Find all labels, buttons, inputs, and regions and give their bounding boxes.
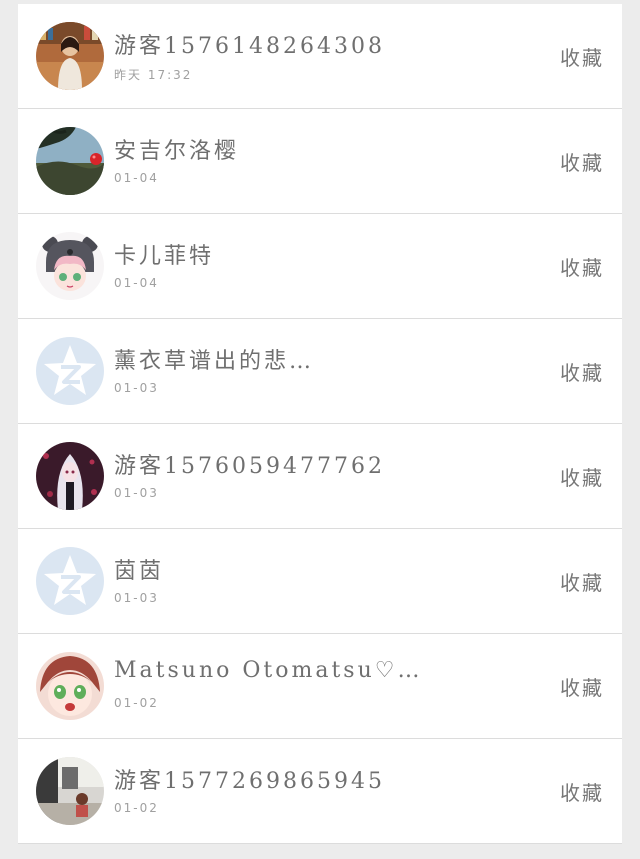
user-name: 茵茵 xyxy=(114,559,165,584)
landscape-tree-icon xyxy=(36,127,104,195)
user-name: 游客1577269865945 xyxy=(114,769,385,794)
favorite-button[interactable]: 收藏 xyxy=(560,462,604,491)
user-name: 游客1576059477762 xyxy=(114,454,385,479)
default-qzone-star-icon xyxy=(36,337,104,405)
user-name: 卡儿菲特 xyxy=(114,244,215,269)
user-list: 游客1576148264308 昨天 17:32 收藏 安吉尔洛樱 01-04 … xyxy=(18,4,622,844)
avatar[interactable] xyxy=(36,337,104,405)
avatar[interactable] xyxy=(36,232,104,300)
timestamp: 01-03 xyxy=(114,591,159,605)
favorite-button[interactable]: 收藏 xyxy=(560,672,604,701)
favorites-list-page: 游客1576148264308 昨天 17:32 收藏 安吉尔洛樱 01-04 … xyxy=(0,0,640,859)
avatar[interactable] xyxy=(36,22,104,90)
list-item[interactable]: 游客1576148264308 昨天 17:32 收藏 xyxy=(18,4,622,109)
photo-person-books-icon xyxy=(36,22,104,90)
avatar[interactable] xyxy=(36,127,104,195)
avatar[interactable] xyxy=(36,652,104,720)
list-item[interactable]: 茵茵 01-03 收藏 xyxy=(18,529,622,634)
timestamp: 01-02 xyxy=(114,801,159,815)
anime-white-hair-icon xyxy=(36,442,104,510)
anime-green-eyes-icon xyxy=(36,652,104,720)
favorite-button[interactable]: 收藏 xyxy=(560,147,604,176)
favorite-button[interactable]: 收藏 xyxy=(560,777,604,806)
timestamp: 01-03 xyxy=(114,381,159,395)
favorite-button[interactable]: 收藏 xyxy=(560,567,604,596)
timestamp: 01-04 xyxy=(114,276,159,290)
list-item[interactable]: Matsuno Otomatsu♡… 01-02 收藏 xyxy=(18,634,622,739)
list-item[interactable]: 安吉尔洛樱 01-04 收藏 xyxy=(18,109,622,214)
timestamp: 01-04 xyxy=(114,171,159,185)
timestamp: 01-03 xyxy=(114,486,159,500)
timestamp: 昨天 17:32 xyxy=(114,68,193,82)
photo-room-icon xyxy=(36,757,104,825)
anime-bear-hood-icon xyxy=(36,232,104,300)
list-item[interactable]: 卡儿菲特 01-04 收藏 xyxy=(18,214,622,319)
list-item[interactable]: 薰衣草谱出的悲… 01-03 收藏 xyxy=(18,319,622,424)
list-item[interactable]: 游客1576059477762 01-03 收藏 xyxy=(18,424,622,529)
user-name: 薰衣草谱出的悲… xyxy=(114,349,315,374)
favorite-button[interactable]: 收藏 xyxy=(560,357,604,386)
user-name: 安吉尔洛樱 xyxy=(114,139,240,164)
favorite-button[interactable]: 收藏 xyxy=(560,42,604,71)
list-item[interactable]: 游客1577269865945 01-02 收藏 xyxy=(18,739,622,844)
user-name: 游客1576148264308 xyxy=(114,34,385,59)
timestamp: 01-02 xyxy=(114,696,159,710)
default-qzone-star-icon xyxy=(36,547,104,615)
user-name: Matsuno Otomatsu♡… xyxy=(114,658,423,683)
avatar[interactable] xyxy=(36,757,104,825)
favorite-button[interactable]: 收藏 xyxy=(560,252,604,281)
avatar[interactable] xyxy=(36,547,104,615)
avatar[interactable] xyxy=(36,442,104,510)
